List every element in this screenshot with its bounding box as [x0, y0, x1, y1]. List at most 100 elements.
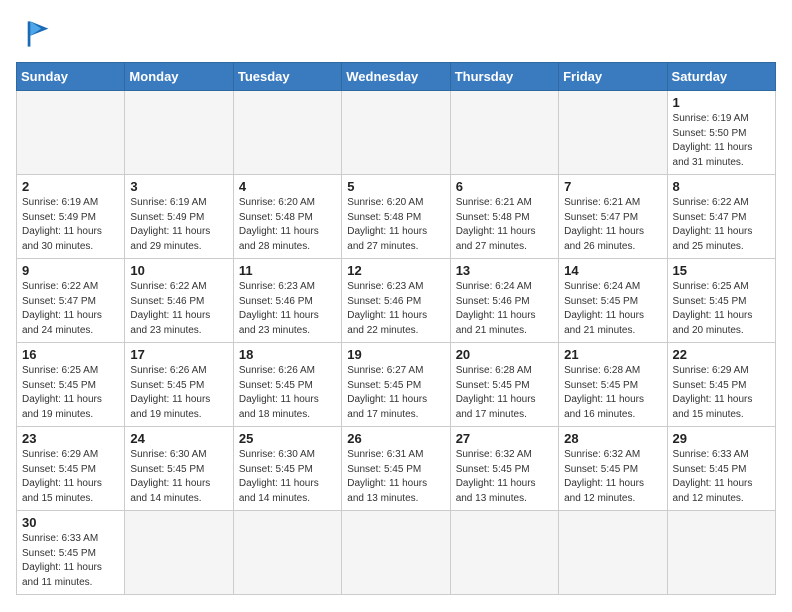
day-number: 24: [130, 431, 227, 446]
calendar-cell: 13 Sunrise: 6:24 AMSunset: 5:46 PMDayligh…: [450, 259, 558, 343]
day-info: Sunrise: 6:22 AMSunset: 5:46 PMDaylight:…: [130, 280, 227, 338]
day-number: 11: [239, 263, 336, 278]
calendar-cell: 5 Sunrise: 6:20 AMSunset: 5:48 PMDaylight…: [342, 175, 450, 259]
calendar-cell: [233, 511, 341, 595]
calendar-cell: 11 Sunrise: 6:23 AMSunset: 5:46 PMDayligh…: [233, 259, 341, 343]
day-number: 29: [673, 431, 770, 446]
calendar-cell: [342, 511, 450, 595]
calendar-cell: 6 Sunrise: 6:21 AMSunset: 5:48 PMDaylight…: [450, 175, 558, 259]
calendar-cell: 14 Sunrise: 6:24 AMSunset: 5:45 PMDayligh…: [559, 259, 667, 343]
day-info: Sunrise: 6:22 AMSunset: 5:47 PMDaylight:…: [22, 280, 119, 338]
day-info: Sunrise: 6:23 AMSunset: 5:46 PMDaylight:…: [347, 280, 444, 338]
day-header-saturday: Saturday: [667, 63, 775, 91]
day-info: Sunrise: 6:20 AMSunset: 5:48 PMDaylight:…: [347, 196, 444, 254]
day-number: 8: [673, 179, 770, 194]
day-info: Sunrise: 6:25 AMSunset: 5:45 PMDaylight:…: [673, 280, 770, 338]
day-info: Sunrise: 6:31 AMSunset: 5:45 PMDaylight:…: [347, 448, 444, 506]
calendar-cell: 8Sunrise: 6:22 AMSunset: 5:47 PMDaylight…: [667, 175, 775, 259]
calendar-cell: [125, 511, 233, 595]
header-row: SundayMondayTuesdayWednesdayThursdayFrid…: [17, 63, 776, 91]
day-info: Sunrise: 6:29 AMSunset: 5:45 PMDaylight:…: [22, 448, 119, 506]
day-number: 3: [130, 179, 227, 194]
day-number: 5: [347, 179, 444, 194]
calendar-cell: [667, 511, 775, 595]
calendar-cell: 28Sunrise: 6:32 AMSunset: 5:45 PMDayligh…: [559, 427, 667, 511]
day-number: 25: [239, 431, 336, 446]
calendar-cell: [233, 91, 341, 175]
calendar-cell: 17Sunrise: 6:26 AMSunset: 5:45 PMDayligh…: [125, 343, 233, 427]
calendar-cell: 15Sunrise: 6:25 AMSunset: 5:45 PMDayligh…: [667, 259, 775, 343]
day-number: 26: [347, 431, 444, 446]
logo-icon: [16, 16, 52, 52]
calendar-week-1: 1 Sunrise: 6:19 AMSunset: 5:50 PMDaylight…: [17, 91, 776, 175]
calendar-week-2: 2 Sunrise: 6:19 AMSunset: 5:49 PMDaylight…: [17, 175, 776, 259]
day-info: Sunrise: 6:25 AMSunset: 5:45 PMDaylight:…: [22, 364, 119, 422]
calendar-cell: [559, 511, 667, 595]
day-info: Sunrise: 6:28 AMSunset: 5:45 PMDaylight:…: [564, 364, 661, 422]
day-info: Sunrise: 6:20 AMSunset: 5:48 PMDaylight:…: [239, 196, 336, 254]
calendar-cell: 30Sunrise: 6:33 AMSunset: 5:45 PMDayligh…: [17, 511, 125, 595]
day-info: Sunrise: 6:28 AMSunset: 5:45 PMDaylight:…: [456, 364, 553, 422]
day-info: Sunrise: 6:19 AMSunset: 5:50 PMDaylight:…: [673, 112, 770, 170]
calendar-cell: 3 Sunrise: 6:19 AMSunset: 5:49 PMDaylight…: [125, 175, 233, 259]
day-number: 1: [673, 95, 770, 110]
logo: [16, 16, 56, 52]
day-number: 23: [22, 431, 119, 446]
day-info: Sunrise: 6:26 AMSunset: 5:45 PMDaylight:…: [239, 364, 336, 422]
day-info: Sunrise: 6:33 AMSunset: 5:45 PMDaylight:…: [22, 532, 119, 590]
day-header-wednesday: Wednesday: [342, 63, 450, 91]
day-number: 14: [564, 263, 661, 278]
calendar-cell: 4Sunrise: 6:20 AMSunset: 5:48 PMDaylight…: [233, 175, 341, 259]
day-info: Sunrise: 6:21 AMSunset: 5:47 PMDaylight:…: [564, 196, 661, 254]
day-header-friday: Friday: [559, 63, 667, 91]
calendar-cell: 21Sunrise: 6:28 AMSunset: 5:45 PMDayligh…: [559, 343, 667, 427]
calendar-week-4: 16 Sunrise: 6:25 AMSunset: 5:45 PMDayligh…: [17, 343, 776, 427]
day-number: 13: [456, 263, 553, 278]
day-info: Sunrise: 6:24 AMSunset: 5:45 PMDaylight:…: [564, 280, 661, 338]
day-number: 7: [564, 179, 661, 194]
day-info: Sunrise: 6:24 AMSunset: 5:46 PMDaylight:…: [456, 280, 553, 338]
calendar-week-5: 23 Sunrise: 6:29 AMSunset: 5:45 PMDayligh…: [17, 427, 776, 511]
day-info: Sunrise: 6:21 AMSunset: 5:48 PMDaylight:…: [456, 196, 553, 254]
day-header-thursday: Thursday: [450, 63, 558, 91]
day-number: 12: [347, 263, 444, 278]
calendar-header: SundayMondayTuesdayWednesdayThursdayFrid…: [17, 63, 776, 91]
day-number: 16: [22, 347, 119, 362]
calendar-cell: 19 Sunrise: 6:27 AMSunset: 5:45 PMDayligh…: [342, 343, 450, 427]
day-info: Sunrise: 6:33 AMSunset: 5:45 PMDaylight:…: [673, 448, 770, 506]
calendar-cell: 10Sunrise: 6:22 AMSunset: 5:46 PMDayligh…: [125, 259, 233, 343]
calendar-cell: 9 Sunrise: 6:22 AMSunset: 5:47 PMDaylight…: [17, 259, 125, 343]
day-number: 19: [347, 347, 444, 362]
day-header-sunday: Sunday: [17, 63, 125, 91]
calendar-week-3: 9 Sunrise: 6:22 AMSunset: 5:47 PMDaylight…: [17, 259, 776, 343]
day-number: 6: [456, 179, 553, 194]
calendar-cell: [450, 511, 558, 595]
day-info: Sunrise: 6:32 AMSunset: 5:45 PMDaylight:…: [564, 448, 661, 506]
day-number: 9: [22, 263, 119, 278]
day-number: 27: [456, 431, 553, 446]
day-info: Sunrise: 6:30 AMSunset: 5:45 PMDaylight:…: [239, 448, 336, 506]
day-number: 20: [456, 347, 553, 362]
day-number: 2: [22, 179, 119, 194]
day-header-monday: Monday: [125, 63, 233, 91]
calendar-cell: 12 Sunrise: 6:23 AMSunset: 5:46 PMDayligh…: [342, 259, 450, 343]
calendar-cell: 27Sunrise: 6:32 AMSunset: 5:45 PMDayligh…: [450, 427, 558, 511]
calendar-week-6: 30Sunrise: 6:33 AMSunset: 5:45 PMDayligh…: [17, 511, 776, 595]
day-info: Sunrise: 6:27 AMSunset: 5:45 PMDaylight:…: [347, 364, 444, 422]
calendar-body: 1 Sunrise: 6:19 AMSunset: 5:50 PMDaylight…: [17, 91, 776, 595]
calendar-cell: 18Sunrise: 6:26 AMSunset: 5:45 PMDayligh…: [233, 343, 341, 427]
calendar-cell: 7 Sunrise: 6:21 AMSunset: 5:47 PMDaylight…: [559, 175, 667, 259]
day-header-tuesday: Tuesday: [233, 63, 341, 91]
calendar-cell: 24Sunrise: 6:30 AMSunset: 5:45 PMDayligh…: [125, 427, 233, 511]
calendar-cell: [450, 91, 558, 175]
calendar-cell: 20 Sunrise: 6:28 AMSunset: 5:45 PMDayligh…: [450, 343, 558, 427]
calendar-cell: [17, 91, 125, 175]
day-info: Sunrise: 6:23 AMSunset: 5:46 PMDaylight:…: [239, 280, 336, 338]
calendar-cell: 25 Sunrise: 6:30 AMSunset: 5:45 PMDayligh…: [233, 427, 341, 511]
calendar-cell: 1 Sunrise: 6:19 AMSunset: 5:50 PMDaylight…: [667, 91, 775, 175]
day-info: Sunrise: 6:19 AMSunset: 5:49 PMDaylight:…: [130, 196, 227, 254]
calendar-cell: 2Sunrise: 6:19 AMSunset: 5:49 PMDaylight…: [17, 175, 125, 259]
calendar-cell: 29 Sunrise: 6:33 AMSunset: 5:45 PMDayligh…: [667, 427, 775, 511]
calendar-cell: 16 Sunrise: 6:25 AMSunset: 5:45 PMDayligh…: [17, 343, 125, 427]
calendar-table: SundayMondayTuesdayWednesdayThursdayFrid…: [16, 62, 776, 595]
